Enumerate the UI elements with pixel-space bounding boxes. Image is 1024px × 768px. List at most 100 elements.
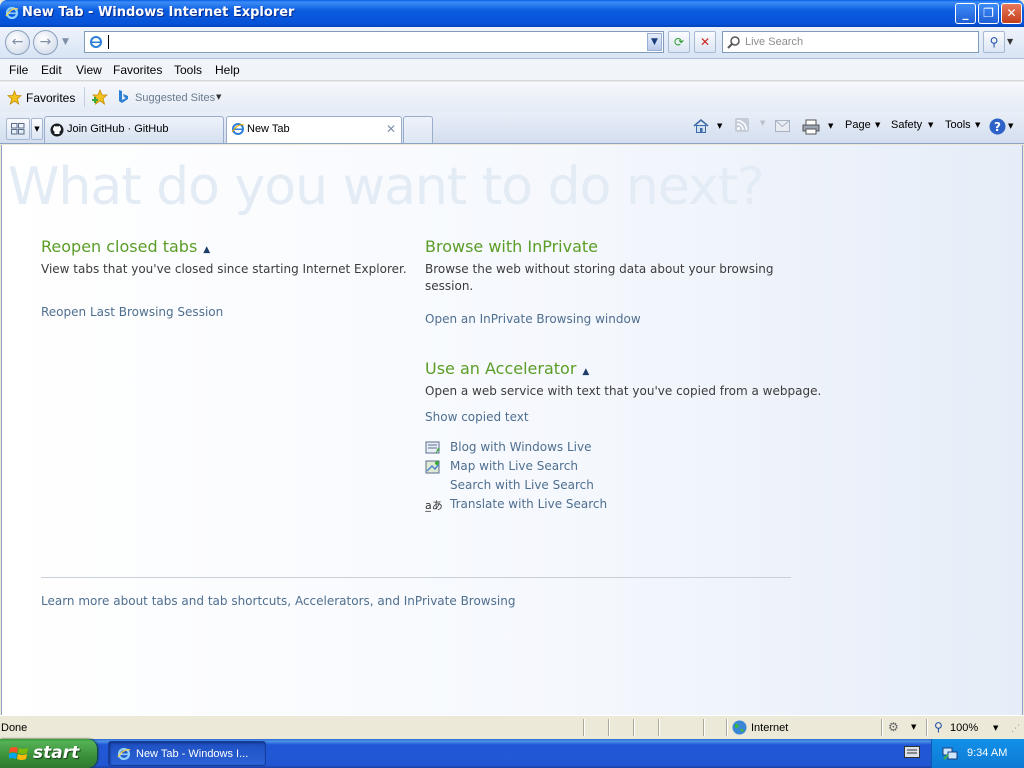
ie-logo-icon xyxy=(5,6,19,20)
use-accelerator-heading[interactable]: Use an Accelerator ▲ xyxy=(425,359,589,378)
menu-help[interactable]: Help xyxy=(215,63,240,77)
resize-grip[interactable]: ⋰ xyxy=(1011,724,1021,736)
quick-tabs-button[interactable] xyxy=(6,118,30,140)
collapse-chevron-icon[interactable]: ▲ xyxy=(203,245,210,255)
chevron-down-icon: ▼ xyxy=(34,125,40,133)
reopen-closed-tabs-heading[interactable]: Reopen closed tabs ▲ xyxy=(41,237,210,256)
status-separator xyxy=(583,719,584,736)
recent-pages-dropdown[interactable]: ▼ xyxy=(62,37,69,47)
forward-button[interactable]: → xyxy=(33,30,58,55)
zoom-value: 100% xyxy=(950,722,979,734)
zone-label: Internet xyxy=(751,722,789,734)
network-connection-icon[interactable] xyxy=(942,745,958,761)
navigation-bar: ← → ▼ ▼ ⟳ ✕ ⚲ ▼ xyxy=(0,27,1024,59)
address-bar[interactable]: ▼ xyxy=(84,31,664,53)
start-button[interactable]: start xyxy=(0,739,97,768)
menu-file[interactable]: File xyxy=(9,63,28,77)
accelerator-item-search[interactable]: Search with Live Search xyxy=(425,478,625,494)
tools-menu-button[interactable]: Tools ▼ xyxy=(945,112,983,138)
internet-globe-icon xyxy=(732,720,747,735)
collapse-chevron-icon[interactable]: ▲ xyxy=(582,367,589,377)
home-icon xyxy=(693,118,709,133)
tools-menu-label: Tools xyxy=(945,119,971,131)
back-arrow-icon: ← xyxy=(11,34,24,50)
close-button[interactable]: ✕ xyxy=(1001,3,1022,24)
accelerator-item-translate[interactable]: a̲あ Translate with Live Search xyxy=(425,497,625,513)
favorites-button[interactable]: Favorites xyxy=(4,86,80,108)
back-button[interactable]: ← xyxy=(5,30,30,55)
open-inprivate-window-link[interactable]: Open an InPrivate Browsing window xyxy=(425,312,641,326)
search-input[interactable] xyxy=(745,34,970,50)
help-button[interactable]: ? ▼ xyxy=(988,116,1018,138)
search-box[interactable] xyxy=(722,31,979,53)
new-tab-page: What do you want to do next? Reopen clos… xyxy=(1,145,1023,715)
search-button[interactable]: ⚲ xyxy=(983,31,1005,53)
add-to-favorites-bar-button[interactable] xyxy=(90,87,110,107)
close-tab-icon[interactable]: ✕ xyxy=(386,122,396,136)
browse-inprivate-heading: Browse with InPrivate xyxy=(425,237,599,256)
new-tab-button[interactable] xyxy=(403,116,433,143)
accelerator-label: Map with Live Search xyxy=(450,459,578,473)
window-title: New Tab - Windows Internet Explorer xyxy=(22,5,295,20)
stop-icon: ✕ xyxy=(699,35,711,49)
title-bar[interactable]: New Tab - Windows Internet Explorer _ ❐ … xyxy=(0,0,1024,27)
reopen-last-session-link[interactable]: Reopen Last Browsing Session xyxy=(41,305,223,319)
show-copied-text-link[interactable]: Show copied text xyxy=(425,410,529,424)
print-button[interactable]: ▼ xyxy=(801,117,837,137)
forward-arrow-icon: → xyxy=(39,34,52,50)
page-menu-button[interactable]: Page ▼ xyxy=(845,112,883,138)
feeds-button[interactable] xyxy=(735,118,751,134)
stop-button[interactable]: ✕ xyxy=(694,31,716,53)
refresh-icon: ⟳ xyxy=(673,35,685,49)
svg-text:?: ? xyxy=(994,120,1001,134)
quick-tabs-icon xyxy=(11,123,25,135)
status-text: Done xyxy=(1,722,28,734)
learn-more-link[interactable]: Learn more about tabs and tab shortcuts,… xyxy=(41,594,515,608)
zoom-level-button[interactable]: ⚲ 100% ▼ xyxy=(932,716,1004,740)
safety-menu-button[interactable]: Safety ▼ xyxy=(891,112,935,138)
page-favicon-icon xyxy=(90,36,102,48)
protected-mode-button[interactable]: ⚙ ▼ xyxy=(886,719,922,737)
star-icon xyxy=(7,90,22,105)
read-mail-button[interactable] xyxy=(775,118,791,134)
address-input[interactable] xyxy=(107,34,637,50)
taskbar-item-internet-explorer[interactable]: New Tab - Windows I... xyxy=(108,741,266,766)
menu-favorites[interactable]: Favorites xyxy=(113,63,162,77)
accelerator-label: Translate with Live Search xyxy=(450,497,608,511)
menu-view[interactable]: View xyxy=(76,63,102,77)
live-maps-icon xyxy=(425,460,440,474)
ie-logo-icon xyxy=(117,747,131,761)
keyboard-tray-icon[interactable] xyxy=(904,746,920,760)
accelerator-label: Blog with Windows Live xyxy=(450,440,592,454)
menu-tools[interactable]: Tools xyxy=(174,63,202,77)
status-separator xyxy=(608,719,609,736)
section-divider xyxy=(41,577,791,578)
status-separator xyxy=(926,719,927,736)
printer-icon xyxy=(802,119,820,135)
help-icon: ? xyxy=(989,118,1006,135)
search-options-dropdown[interactable]: ▼ xyxy=(1007,37,1013,46)
chevron-down-icon: ▼ xyxy=(1007,37,1014,46)
maximize-button[interactable]: ❐ xyxy=(978,3,999,24)
search-icon: ⚲ xyxy=(989,35,999,49)
menu-bar: File Edit View Favorites Tools Help xyxy=(0,59,1024,81)
address-dropdown-button[interactable]: ▼ xyxy=(647,33,662,51)
tab-new-tab-active[interactable]: New Tab ✕ xyxy=(226,116,402,143)
security-zone-indicator[interactable]: Internet xyxy=(730,716,880,740)
favorites-bar: Favorites Suggested Sites ▼ xyxy=(0,82,1024,112)
accelerator-item-blog[interactable]: Blog with Windows Live xyxy=(425,440,625,456)
add-favorite-star-icon xyxy=(92,89,108,105)
tab-list-button[interactable]: ▼ xyxy=(31,118,43,140)
clock[interactable]: 9:34 AM xyxy=(967,747,1007,759)
refresh-button[interactable]: ⟳ xyxy=(668,31,690,53)
accelerator-item-map[interactable]: Map with Live Search xyxy=(425,459,625,475)
chevron-down-icon: ▼ xyxy=(828,122,834,130)
home-button[interactable]: ▼ xyxy=(691,116,725,138)
toolbar-separator xyxy=(84,87,85,107)
tab-join-github[interactable]: Join GitHub · GitHub xyxy=(44,116,224,143)
chevron-down-icon: ▼ xyxy=(975,121,981,129)
menu-edit[interactable]: Edit xyxy=(41,63,62,77)
minimize-button[interactable]: _ xyxy=(955,3,976,24)
safety-menu-label: Safety xyxy=(891,119,923,131)
suggested-sites-button[interactable]: Suggested Sites ▼ xyxy=(116,86,228,108)
